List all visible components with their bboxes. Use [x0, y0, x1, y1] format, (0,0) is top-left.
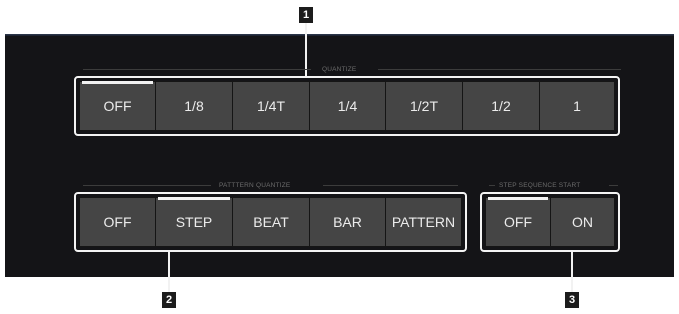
callout-2-leader: [168, 252, 170, 292]
quantize-1-2t-button[interactable]: 1/2T: [385, 81, 463, 131]
pattern-quantize-button-row: OFF STEP BEAT BAR PATTERN: [79, 197, 462, 247]
pattern-quantize-bar-button[interactable]: BAR: [309, 197, 386, 247]
quantize-button-row: OFF 1/8 1/4T 1/4 1/2T 1/2 1: [79, 81, 615, 131]
quantize-1-2-button[interactable]: 1/2: [462, 81, 540, 131]
callout-2: 2: [162, 292, 176, 308]
pattern-quantize-off-button[interactable]: OFF: [79, 197, 156, 247]
pattern-quantize-title: PATTTERN QUANTIZE: [219, 182, 291, 189]
quantize-1-4-button[interactable]: 1/4: [309, 81, 386, 131]
pattern-quantize-title-rule-left: [83, 185, 211, 186]
step-sequence-title-rule-right: [609, 185, 618, 186]
pattern-quantize-title-rule-right: [323, 185, 458, 186]
step-sequence-title-rule-left: [489, 185, 495, 186]
quantize-off-button[interactable]: OFF: [79, 81, 156, 131]
callout-3: 3: [565, 292, 579, 308]
callout-1: 1: [299, 7, 313, 23]
step-sequence-start-title: STEP SEQUENCE START: [499, 182, 581, 189]
quantize-title-rule-left: [83, 69, 311, 70]
quantize-1-4t-button[interactable]: 1/4T: [232, 81, 310, 131]
step-sequence-off-button[interactable]: OFF: [485, 197, 551, 247]
step-sequence-start-button-row: OFF ON: [485, 197, 615, 247]
quantize-title: QUANTIZE: [322, 66, 357, 73]
pattern-quantize-step-button[interactable]: STEP: [155, 197, 233, 247]
callout-3-leader: [571, 252, 573, 292]
quantize-1-8-button[interactable]: 1/8: [155, 81, 233, 131]
pattern-quantize-pattern-button[interactable]: PATTERN: [385, 197, 462, 247]
step-sequence-on-button[interactable]: ON: [550, 197, 615, 247]
quantize-title-rule-right: [378, 69, 621, 70]
pattern-quantize-beat-button[interactable]: BEAT: [232, 197, 310, 247]
quantize-1-button[interactable]: 1: [539, 81, 615, 131]
